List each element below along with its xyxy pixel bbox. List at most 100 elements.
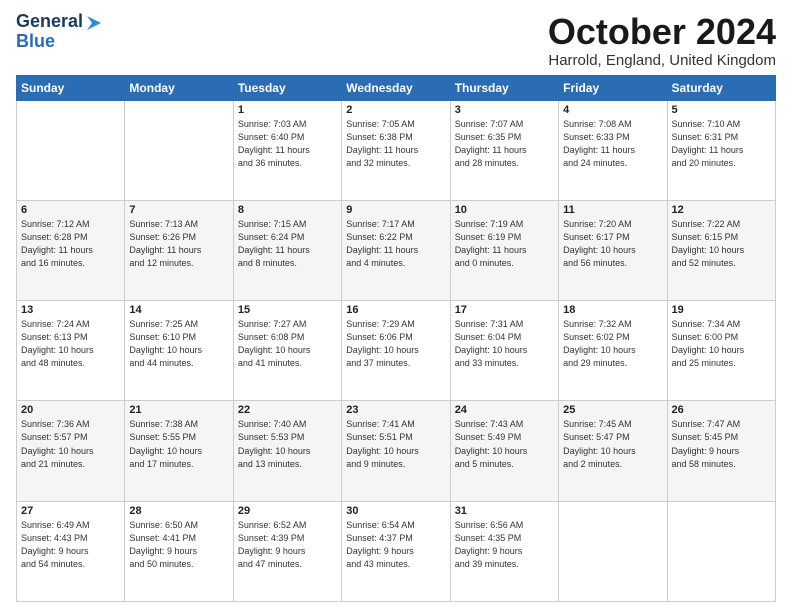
day-number: 13 [21, 304, 120, 316]
table-row: 27 Sunrise: 6:49 AM Sunset: 4:43 PM Dayli… [17, 501, 125, 601]
day-number: 1 [238, 104, 337, 116]
day-number: 24 [455, 404, 554, 416]
day-number: 8 [238, 204, 337, 216]
table-row: 10 Sunrise: 7:19 AM Sunset: 6:19 PM Dayli… [450, 200, 558, 300]
day-number: 5 [672, 104, 771, 116]
day-details: Sunrise: 7:24 AM Sunset: 6:13 PM Dayligh… [21, 318, 120, 370]
day-details: Sunrise: 7:27 AM Sunset: 6:08 PM Dayligh… [238, 318, 337, 370]
table-row: 4 Sunrise: 7:08 AM Sunset: 6:33 PM Daylig… [559, 100, 667, 200]
day-details: Sunrise: 7:45 AM Sunset: 5:47 PM Dayligh… [563, 418, 662, 470]
table-row: 7 Sunrise: 7:13 AM Sunset: 6:26 PM Daylig… [125, 200, 233, 300]
table-row: 2Sunrise: 7:05 AM Sunset: 6:38 PM Daylig… [342, 100, 450, 200]
day-number: 19 [672, 304, 771, 316]
calendar-week-row: 1Sunrise: 7:03 AM Sunset: 6:40 PM Daylig… [17, 100, 776, 200]
calendar-table: Sunday Monday Tuesday Wednesday Thursday… [16, 75, 776, 602]
day-number: 22 [238, 404, 337, 416]
logo-general: General [16, 12, 83, 32]
day-details: Sunrise: 7:08 AM Sunset: 6:33 PM Dayligh… [563, 118, 662, 170]
day-number: 2 [346, 104, 445, 116]
logo-arrow-icon [85, 14, 103, 32]
table-row: 3Sunrise: 7:07 AM Sunset: 6:35 PM Daylig… [450, 100, 558, 200]
table-row: 16Sunrise: 7:29 AM Sunset: 6:06 PM Dayli… [342, 301, 450, 401]
header-monday: Monday [125, 75, 233, 100]
header-wednesday: Wednesday [342, 75, 450, 100]
day-details: Sunrise: 7:07 AM Sunset: 6:35 PM Dayligh… [455, 118, 554, 170]
day-number: 15 [238, 304, 337, 316]
table-row: 12 Sunrise: 7:22 AM Sunset: 6:15 PM Dayli… [667, 200, 775, 300]
day-number: 12 [672, 204, 771, 216]
table-row: 30 Sunrise: 6:54 AM Sunset: 4:37 PM Dayli… [342, 501, 450, 601]
calendar-week-row: 13 Sunrise: 7:24 AM Sunset: 6:13 PM Dayli… [17, 301, 776, 401]
calendar-week-row: 6Sunrise: 7:12 AM Sunset: 6:28 PM Daylig… [17, 200, 776, 300]
day-details: Sunrise: 7:47 AM Sunset: 5:45 PM Dayligh… [672, 418, 771, 470]
header: General Blue October 2024 Harrold, Engla… [16, 12, 776, 69]
day-number: 7 [129, 204, 228, 216]
table-row: 13 Sunrise: 7:24 AM Sunset: 6:13 PM Dayli… [17, 301, 125, 401]
day-details: Sunrise: 7:34 AM Sunset: 6:00 PM Dayligh… [672, 318, 771, 370]
day-number: 29 [238, 505, 337, 517]
table-row: 24 Sunrise: 7:43 AM Sunset: 5:49 PM Dayli… [450, 401, 558, 501]
table-row: 25 Sunrise: 7:45 AM Sunset: 5:47 PM Dayli… [559, 401, 667, 501]
table-row: 22 Sunrise: 7:40 AM Sunset: 5:53 PM Dayli… [233, 401, 341, 501]
table-row: 26 Sunrise: 7:47 AM Sunset: 5:45 PM Dayli… [667, 401, 775, 501]
day-number: 17 [455, 304, 554, 316]
table-row [667, 501, 775, 601]
table-row: 21 Sunrise: 7:38 AM Sunset: 5:55 PM Dayli… [125, 401, 233, 501]
day-number: 10 [455, 204, 554, 216]
header-sunday: Sunday [17, 75, 125, 100]
day-details: Sunrise: 7:22 AM Sunset: 6:15 PM Dayligh… [672, 218, 771, 270]
day-details: Sunrise: 7:25 AM Sunset: 6:10 PM Dayligh… [129, 318, 228, 370]
page: General Blue October 2024 Harrold, Engla… [0, 0, 792, 612]
table-row [559, 501, 667, 601]
day-details: Sunrise: 7:38 AM Sunset: 5:55 PM Dayligh… [129, 418, 228, 470]
header-tuesday: Tuesday [233, 75, 341, 100]
day-details: Sunrise: 7:12 AM Sunset: 6:28 PM Dayligh… [21, 218, 120, 270]
day-details: Sunrise: 6:52 AM Sunset: 4:39 PM Dayligh… [238, 519, 337, 571]
day-details: Sunrise: 7:19 AM Sunset: 6:19 PM Dayligh… [455, 218, 554, 270]
month-title: October 2024 [548, 12, 776, 52]
day-details: Sunrise: 6:54 AM Sunset: 4:37 PM Dayligh… [346, 519, 445, 571]
day-number: 26 [672, 404, 771, 416]
day-details: Sunrise: 7:15 AM Sunset: 6:24 PM Dayligh… [238, 218, 337, 270]
table-row: 23 Sunrise: 7:41 AM Sunset: 5:51 PM Dayli… [342, 401, 450, 501]
day-number: 25 [563, 404, 662, 416]
day-number: 30 [346, 505, 445, 517]
header-thursday: Thursday [450, 75, 558, 100]
title-block: October 2024 Harrold, England, United Ki… [548, 12, 776, 69]
day-details: Sunrise: 7:40 AM Sunset: 5:53 PM Dayligh… [238, 418, 337, 470]
calendar-week-row: 27 Sunrise: 6:49 AM Sunset: 4:43 PM Dayli… [17, 501, 776, 601]
day-details: Sunrise: 7:31 AM Sunset: 6:04 PM Dayligh… [455, 318, 554, 370]
table-row: 5Sunrise: 7:10 AM Sunset: 6:31 PM Daylig… [667, 100, 775, 200]
day-details: Sunrise: 7:29 AM Sunset: 6:06 PM Dayligh… [346, 318, 445, 370]
table-row: 8 Sunrise: 7:15 AM Sunset: 6:24 PM Daylig… [233, 200, 341, 300]
day-number: 18 [563, 304, 662, 316]
table-row [17, 100, 125, 200]
day-number: 4 [563, 104, 662, 116]
day-details: Sunrise: 7:17 AM Sunset: 6:22 PM Dayligh… [346, 218, 445, 270]
day-number: 28 [129, 505, 228, 517]
table-row: 9 Sunrise: 7:17 AM Sunset: 6:22 PM Daylig… [342, 200, 450, 300]
day-details: Sunrise: 7:41 AM Sunset: 5:51 PM Dayligh… [346, 418, 445, 470]
table-row: 6Sunrise: 7:12 AM Sunset: 6:28 PM Daylig… [17, 200, 125, 300]
header-friday: Friday [559, 75, 667, 100]
day-number: 23 [346, 404, 445, 416]
table-row: 17 Sunrise: 7:31 AM Sunset: 6:04 PM Dayli… [450, 301, 558, 401]
day-details: Sunrise: 7:32 AM Sunset: 6:02 PM Dayligh… [563, 318, 662, 370]
day-details: Sunrise: 7:20 AM Sunset: 6:17 PM Dayligh… [563, 218, 662, 270]
day-number: 31 [455, 505, 554, 517]
day-number: 27 [21, 505, 120, 517]
day-number: 9 [346, 204, 445, 216]
location: Harrold, England, United Kingdom [548, 52, 776, 69]
day-details: Sunrise: 7:36 AM Sunset: 5:57 PM Dayligh… [21, 418, 120, 470]
day-details: Sunrise: 7:13 AM Sunset: 6:26 PM Dayligh… [129, 218, 228, 270]
day-details: Sunrise: 6:49 AM Sunset: 4:43 PM Dayligh… [21, 519, 120, 571]
table-row: 15 Sunrise: 7:27 AM Sunset: 6:08 PM Dayli… [233, 301, 341, 401]
calendar-week-row: 20Sunrise: 7:36 AM Sunset: 5:57 PM Dayli… [17, 401, 776, 501]
logo-blue: Blue [16, 31, 55, 51]
day-number: 21 [129, 404, 228, 416]
weekday-header-row: Sunday Monday Tuesday Wednesday Thursday… [17, 75, 776, 100]
header-saturday: Saturday [667, 75, 775, 100]
day-details: Sunrise: 7:43 AM Sunset: 5:49 PM Dayligh… [455, 418, 554, 470]
table-row: 31Sunrise: 6:56 AM Sunset: 4:35 PM Dayli… [450, 501, 558, 601]
table-row: 28Sunrise: 6:50 AM Sunset: 4:41 PM Dayli… [125, 501, 233, 601]
